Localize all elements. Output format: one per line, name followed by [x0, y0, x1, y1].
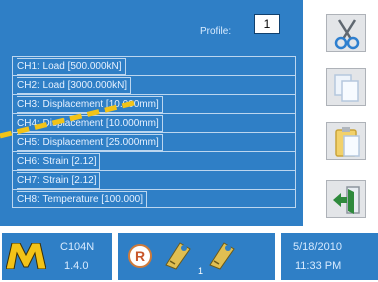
exit-icon	[333, 186, 360, 214]
channel-label: CH2: Load [3000.000kN]	[17, 77, 132, 94]
channel-row[interactable]: CH6: Strain [2.12]	[13, 152, 295, 171]
channel-label: CH7: Strain [2.12]	[17, 172, 101, 189]
controller-screen: Profile: 1 CH1: Load [500.000kN] CH2: Lo…	[0, 0, 378, 282]
controller-info: C104N 1.4.0	[2, 233, 112, 280]
channel-label: CH1: Load [500.000kN]	[17, 58, 126, 75]
model-name: C104N	[60, 241, 95, 253]
key-number: 1	[198, 266, 204, 276]
key-icon[interactable]	[206, 239, 236, 271]
dashed-pointer-line	[0, 100, 139, 139]
channel-label: CH6: Strain [2.12]	[17, 153, 101, 170]
status-bar: C104N 1.4.0 R 1 5/18/2010 11:33 PM	[0, 233, 378, 282]
profile-label: Profile:	[200, 26, 232, 37]
exit-button[interactable]	[326, 180, 366, 218]
paste-icon	[335, 127, 360, 157]
mts-logo-icon	[6, 243, 46, 269]
clock-display: 5/18/2010 11:33 PM	[281, 233, 378, 280]
paste-button[interactable]	[326, 122, 366, 160]
interlock-indicator[interactable]: R	[128, 244, 152, 268]
cut-button[interactable]	[326, 14, 366, 52]
firmware-version: 1.4.0	[64, 260, 89, 272]
time-display: 11:33 PM	[295, 260, 342, 272]
channel-label: CH8: Temperature [100.000]	[17, 191, 148, 208]
profile-field[interactable]: 1	[254, 14, 280, 34]
copy-icon	[334, 74, 359, 102]
date-display: 5/18/2010	[293, 241, 342, 253]
channel-row[interactable]: CH1: Load [500.000kN]	[13, 57, 295, 76]
copy-button[interactable]	[326, 68, 366, 106]
status-icons: R 1	[118, 233, 275, 280]
channel-row[interactable]: CH8: Temperature [100.000]	[13, 190, 295, 209]
channel-row[interactable]: CH7: Strain [2.12]	[13, 171, 295, 190]
channel-row[interactable]: CH2: Load [3000.000kN]	[13, 76, 295, 95]
key-icon[interactable]	[162, 239, 192, 271]
scissors-icon	[334, 19, 360, 50]
